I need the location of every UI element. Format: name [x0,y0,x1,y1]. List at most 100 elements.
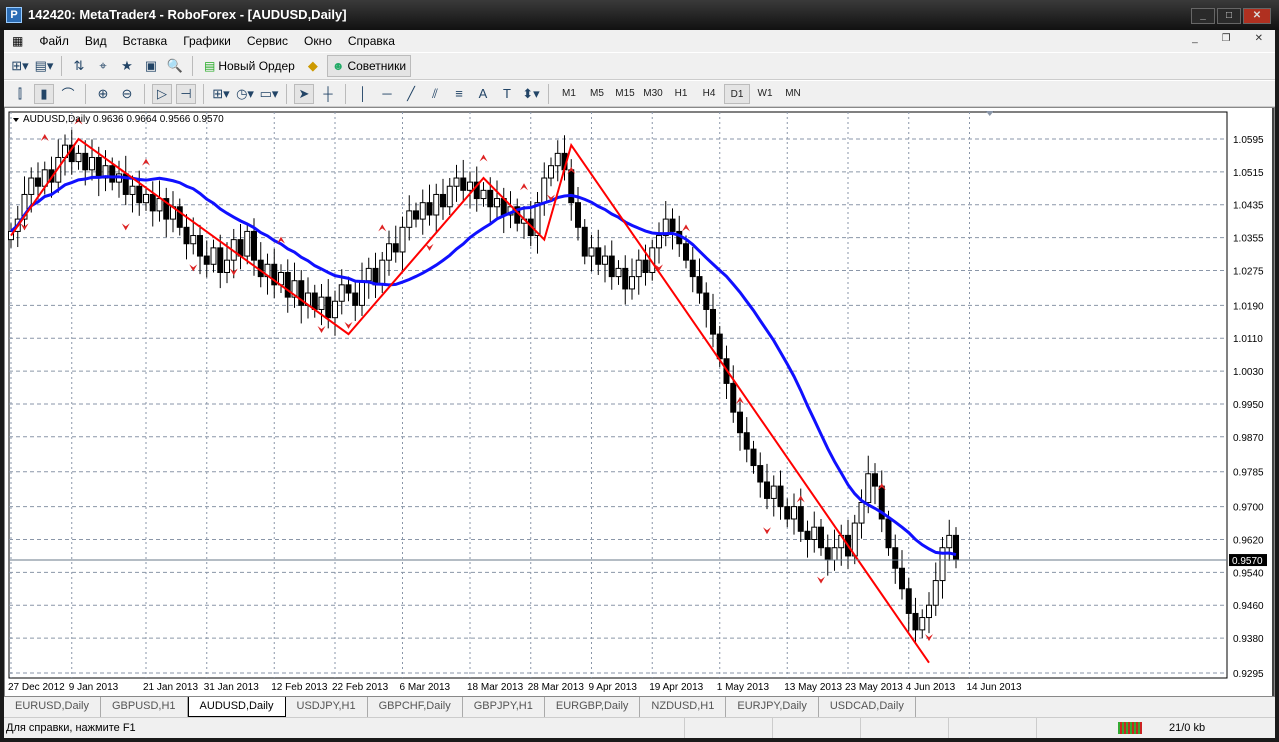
close-button[interactable]: ✕ [1243,8,1271,24]
bear-candle [689,259,696,278]
bull-candle [332,300,338,319]
arrows-icon[interactable]: ⬍▾ [521,84,541,104]
navigator-icon[interactable]: ★ [117,56,137,76]
bar-chart-icon[interactable]: ⫿ [10,84,30,104]
minimize-button[interactable]: _ [1191,8,1215,24]
menu-charts[interactable]: Графики [175,34,239,48]
child-restore-button[interactable]: ❐ [1214,33,1239,44]
market-watch-icon[interactable]: ⇅ [69,56,89,76]
chart-shift-icon[interactable]: ⊣ [176,83,196,104]
data-window-icon[interactable]: ⌖ [93,56,113,76]
tab-audusd-daily[interactable]: AUDUSD,Daily [187,697,286,717]
price-tick-label: 0.9295 [1233,669,1264,680]
date-tick-label: 18 Mar 2013 [467,682,524,693]
menu-help[interactable]: Справка [340,34,403,48]
timeframe-mn[interactable]: MN [780,84,806,104]
bear-candle [325,296,332,319]
crosshair-icon[interactable]: ┼ [318,84,338,104]
bull-candle [615,267,622,278]
menu-window[interactable]: Окно [296,34,340,48]
bear-candle [392,243,399,253]
menu-file[interactable]: Файл [31,34,77,48]
price-chart[interactable]: 1.0595 1.0515 1.0435 1.0355 1.0275 1.0190 1.01… [5,108,1276,696]
trendline-icon[interactable]: ╱ [401,84,421,104]
bull-candle [541,177,548,204]
bear-candle [804,530,811,540]
cursor-icon[interactable]: ➤ [294,83,314,104]
strategy-tester-icon[interactable]: 🔍 [165,56,185,76]
chart-window[interactable]: 1.0595 1.0515 1.0435 1.0355 1.0275 1.0190 1.01… [4,107,1276,697]
new-order-button[interactable]: ▤ Новый Ордер [200,55,299,77]
new-order-icon: ▤ [204,59,216,73]
horizontal-line-icon[interactable]: ─ [377,84,397,104]
bear-candle [824,547,831,561]
charts-toolbar: ⫿ ▮ ⌒ ⊕ ⊖ ▷ ⊣ ⊞▾ ◷▾ ▭▾ ➤ ┼ │ ─ ╱ ⫽ ≡ A T… [4,80,1275,107]
bull-candle [224,259,230,274]
tab-nzdusd-h1[interactable]: NZDUSD,H1 [640,697,727,717]
bull-candle [554,152,561,167]
zoom-in-icon[interactable]: ⊕ [93,84,113,104]
timeframe-h1[interactable]: H1 [668,84,694,104]
bear-candle [730,382,737,413]
bear-candle [109,165,116,183]
bear-candle [608,255,615,278]
status-bar: Для справки, нажмите F1 21/0 kb [4,717,1275,738]
timeframe-w1[interactable]: W1 [752,84,778,104]
bull-candle [602,255,608,265]
menu-view[interactable]: Вид [77,34,115,48]
tab-gbpjpy-h1[interactable]: GBPJPY,H1 [463,697,545,717]
zoom-out-icon[interactable]: ⊖ [117,84,137,104]
tab-gbpusd-h1[interactable]: GBPUSD,H1 [101,697,188,717]
date-tick-label: 21 Jan 2013 [143,682,198,693]
equidistant-channel-icon[interactable]: ⫽ [425,84,445,104]
line-chart-icon[interactable]: ⌒ [58,84,78,104]
tab-eurgbp-daily[interactable]: EURGBP,Daily [545,697,641,717]
bull-candle [770,485,777,499]
experts-icon: ☻ [331,59,345,73]
tab-usdjpy-h1[interactable]: USDJPY,H1 [286,697,368,717]
bear-candle [953,534,959,561]
warning-icon[interactable]: ◆ [303,56,323,76]
bear-candle [777,485,784,508]
tab-gbpchf-daily[interactable]: GBPCHF,Daily [368,697,463,717]
text-label-icon[interactable]: T [497,84,517,104]
child-close-button[interactable]: ✕ [1247,33,1271,44]
fibonacci-icon[interactable]: ≡ [449,84,469,104]
bull-candle [926,604,932,619]
chart-window-icon[interactable]: ▦ [4,34,31,48]
tab-eurjpy-daily[interactable]: EURJPY,Daily [726,697,819,717]
bull-candle [28,177,35,195]
bear-candle [183,226,190,245]
timeframe-d1[interactable]: D1 [724,83,750,104]
timeframe-m5[interactable]: M5 [584,84,610,104]
new-chart-icon[interactable]: ⊞▾ [10,56,30,76]
price-tick-label: 0.9540 [1233,568,1264,579]
text-icon[interactable]: A [473,84,493,104]
tab-usdcad-daily[interactable]: USDCAD,Daily [819,697,916,717]
timeframe-m1[interactable]: M1 [556,84,582,104]
bull-candle [446,185,453,208]
bull-candle [919,617,926,631]
bear-candle [575,202,581,228]
candlestick-icon[interactable]: ▮ [34,83,54,104]
experts-button[interactable]: ☻ Советники [326,55,412,77]
date-tick-label: 1 May 2013 [717,682,770,693]
tab-eurusd-daily[interactable]: EURUSD,Daily [4,697,101,717]
timeframe-m15[interactable]: M15 [612,84,638,104]
price-tick-label: 1.0595 [1233,135,1264,146]
vertical-line-icon[interactable]: │ [353,84,373,104]
indicators-icon[interactable]: ⊞▾ [211,84,231,104]
maximize-button[interactable]: □ [1217,8,1241,24]
menu-insert[interactable]: Вставка [115,34,176,48]
terminal-icon[interactable]: ▣ [141,56,161,76]
periods-icon[interactable]: ◷▾ [235,84,255,104]
auto-scroll-icon[interactable]: ▷ [152,83,172,104]
child-minimize-button[interactable]: _ [1184,33,1206,44]
menu-tools[interactable]: Сервис [239,34,296,48]
profiles-icon[interactable]: ▤▾ [34,56,54,76]
timeframe-m30[interactable]: M30 [640,84,666,104]
timeframe-h4[interactable]: H4 [696,84,722,104]
templates-icon[interactable]: ▭▾ [259,84,279,104]
bull-candle [365,267,372,282]
price-tick-label: 0.9870 [1233,433,1264,444]
